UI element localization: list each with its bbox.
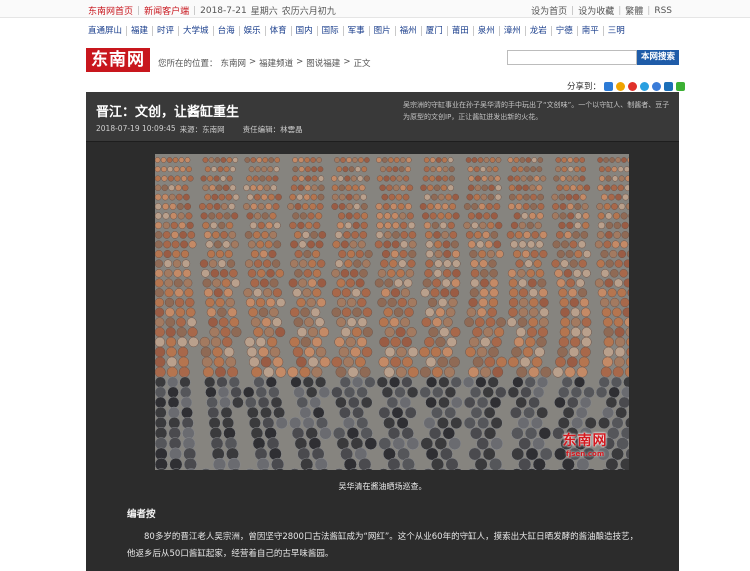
share-pin-icon[interactable]: [652, 81, 662, 91]
share-bar: 分享到：: [567, 80, 686, 92]
nav-item[interactable]: 国内: [290, 26, 317, 36]
rss-link[interactable]: RSS: [654, 6, 672, 16]
breadcrumb-item[interactable]: 图说福建: [306, 57, 340, 69]
watermark-logo: 东南网: [562, 433, 608, 449]
share-label: 分享到：: [567, 82, 602, 92]
nav-item[interactable]: 时评: [152, 26, 178, 36]
article-meta: 2018-07-19 10:09:45 来源：东南网 责任编辑：林雲晶: [96, 124, 303, 135]
article-photo: 东南网 fjsen.com: [155, 154, 629, 470]
separator: |: [571, 5, 575, 16]
search-input[interactable]: [507, 50, 637, 65]
watermark-url: fjsen.com: [565, 450, 605, 458]
breadcrumb-separator: >: [296, 57, 304, 67]
add-favorite-link[interactable]: 设为收藏: [578, 4, 614, 17]
nav-item[interactable]: 国际: [316, 26, 343, 36]
nav-item[interactable]: 南平: [576, 26, 603, 36]
search-button[interactable]: 本网搜索: [637, 50, 679, 65]
article-panel: 晋江：文创，让酱缸重生 2018-07-19 10:09:45 来源：东南网 责…: [86, 92, 679, 571]
nav-item[interactable]: 福州: [394, 26, 421, 36]
share-star-icon[interactable]: [616, 81, 626, 91]
separator: |: [618, 5, 622, 16]
article-source: 来源：东南网: [179, 125, 225, 134]
article-datetime: 2018-07-19 10:09:45: [96, 124, 176, 133]
nav-item[interactable]: 三明: [602, 26, 629, 36]
breadcrumb: 您所在的位置： 东南网 > 福建频道 > 图说福建 > 正文: [158, 57, 370, 69]
date-text: 2018-7-21: [200, 5, 247, 16]
article-summary: 吴宗洲的守缸事业在孙子吴华清的手中玩出了“文创味”。一个以守缸人、制酱者、豆子为…: [403, 101, 670, 121]
article-editor: 责任编辑：林雲晶: [242, 125, 303, 134]
site-logo[interactable]: 东南网: [86, 48, 150, 72]
editor-note-title: 编者按: [127, 509, 156, 520]
client-link[interactable]: 新闻客户端: [144, 4, 189, 17]
breadcrumb-prefix: 您所在的位置：: [158, 59, 218, 69]
article-header: 晋江：文创，让酱缸重生 2018-07-19 10:09:45 来源：东南网 责…: [86, 92, 679, 142]
separator: |: [193, 5, 197, 16]
top-bar: 东南网首页 | 新闻客户端 | 2018-7-21 星期六 农历六月初九 设为首…: [0, 0, 750, 18]
nav-item[interactable]: 台海: [212, 26, 239, 36]
separator: |: [137, 5, 141, 16]
nav-item[interactable]: 娱乐: [238, 26, 265, 36]
top-bar-right: 设为首页 | 设为收藏 | 繁體 | RSS: [531, 4, 672, 18]
breadcrumb-item[interactable]: 福建频道: [259, 57, 293, 69]
photo-watermark: 东南网 fjsen.com: [553, 430, 617, 458]
nav-item[interactable]: 军事: [342, 26, 369, 36]
nav-item[interactable]: 漳州: [498, 26, 525, 36]
share-qzone-icon[interactable]: [640, 81, 650, 91]
nav-item[interactable]: 泉州: [472, 26, 499, 36]
article-title: 晋江：文创，让酱缸重生: [96, 105, 240, 120]
nav-item[interactable]: 龙岩: [524, 26, 551, 36]
nav-item[interactable]: 直通屏山: [88, 26, 126, 36]
weekday-text: 星期六: [250, 7, 278, 17]
nav-item[interactable]: 宁德: [550, 26, 577, 36]
breadcrumb-separator: >: [343, 57, 351, 67]
home-link[interactable]: 东南网首页: [88, 4, 133, 17]
nav-item[interactable]: 厦门: [420, 26, 447, 36]
lunar-date-text: 农历六月初九: [281, 7, 336, 17]
share-weibo-icon[interactable]: [628, 81, 638, 91]
set-home-link[interactable]: 设为首页: [531, 4, 567, 17]
separator: |: [647, 5, 651, 16]
traditional-link[interactable]: 繁體: [625, 4, 643, 17]
share-people-icon[interactable]: [664, 81, 674, 91]
breadcrumb-item[interactable]: 东南网: [221, 57, 247, 69]
nav-item[interactable]: 莆田: [446, 26, 473, 36]
share-wechat-icon[interactable]: [676, 81, 686, 91]
photo-caption: 吴华清在酱油晒场巡查。: [338, 482, 427, 491]
jar-field-image: [155, 154, 629, 470]
breadcrumb-item: 正文: [353, 59, 371, 69]
nav-item[interactable]: 大学城: [178, 26, 213, 36]
breadcrumb-separator: >: [249, 57, 257, 67]
article-body: 80多岁的晋江老人吴宗洲，曾因坚守2800口古法酱缸成为“网红”。这个从业60年…: [127, 532, 639, 559]
channel-nav: 直通屏山 福建 时评 大学城 台海 娱乐 体育 国内 国际 军事 图片 福州 厦门 莆田 泉州 漳州 龙岩 宁德南…: [88, 24, 662, 38]
nav-item[interactable]: 福建: [126, 26, 152, 36]
nav-item[interactable]: 体育: [264, 26, 291, 36]
share-plus-icon[interactable]: [604, 81, 614, 91]
nav-item[interactable]: 图片: [368, 26, 395, 36]
top-bar-left: 东南网首页 | 新闻客户端 | 2018-7-21 星期六 农历六月初九: [88, 4, 336, 18]
